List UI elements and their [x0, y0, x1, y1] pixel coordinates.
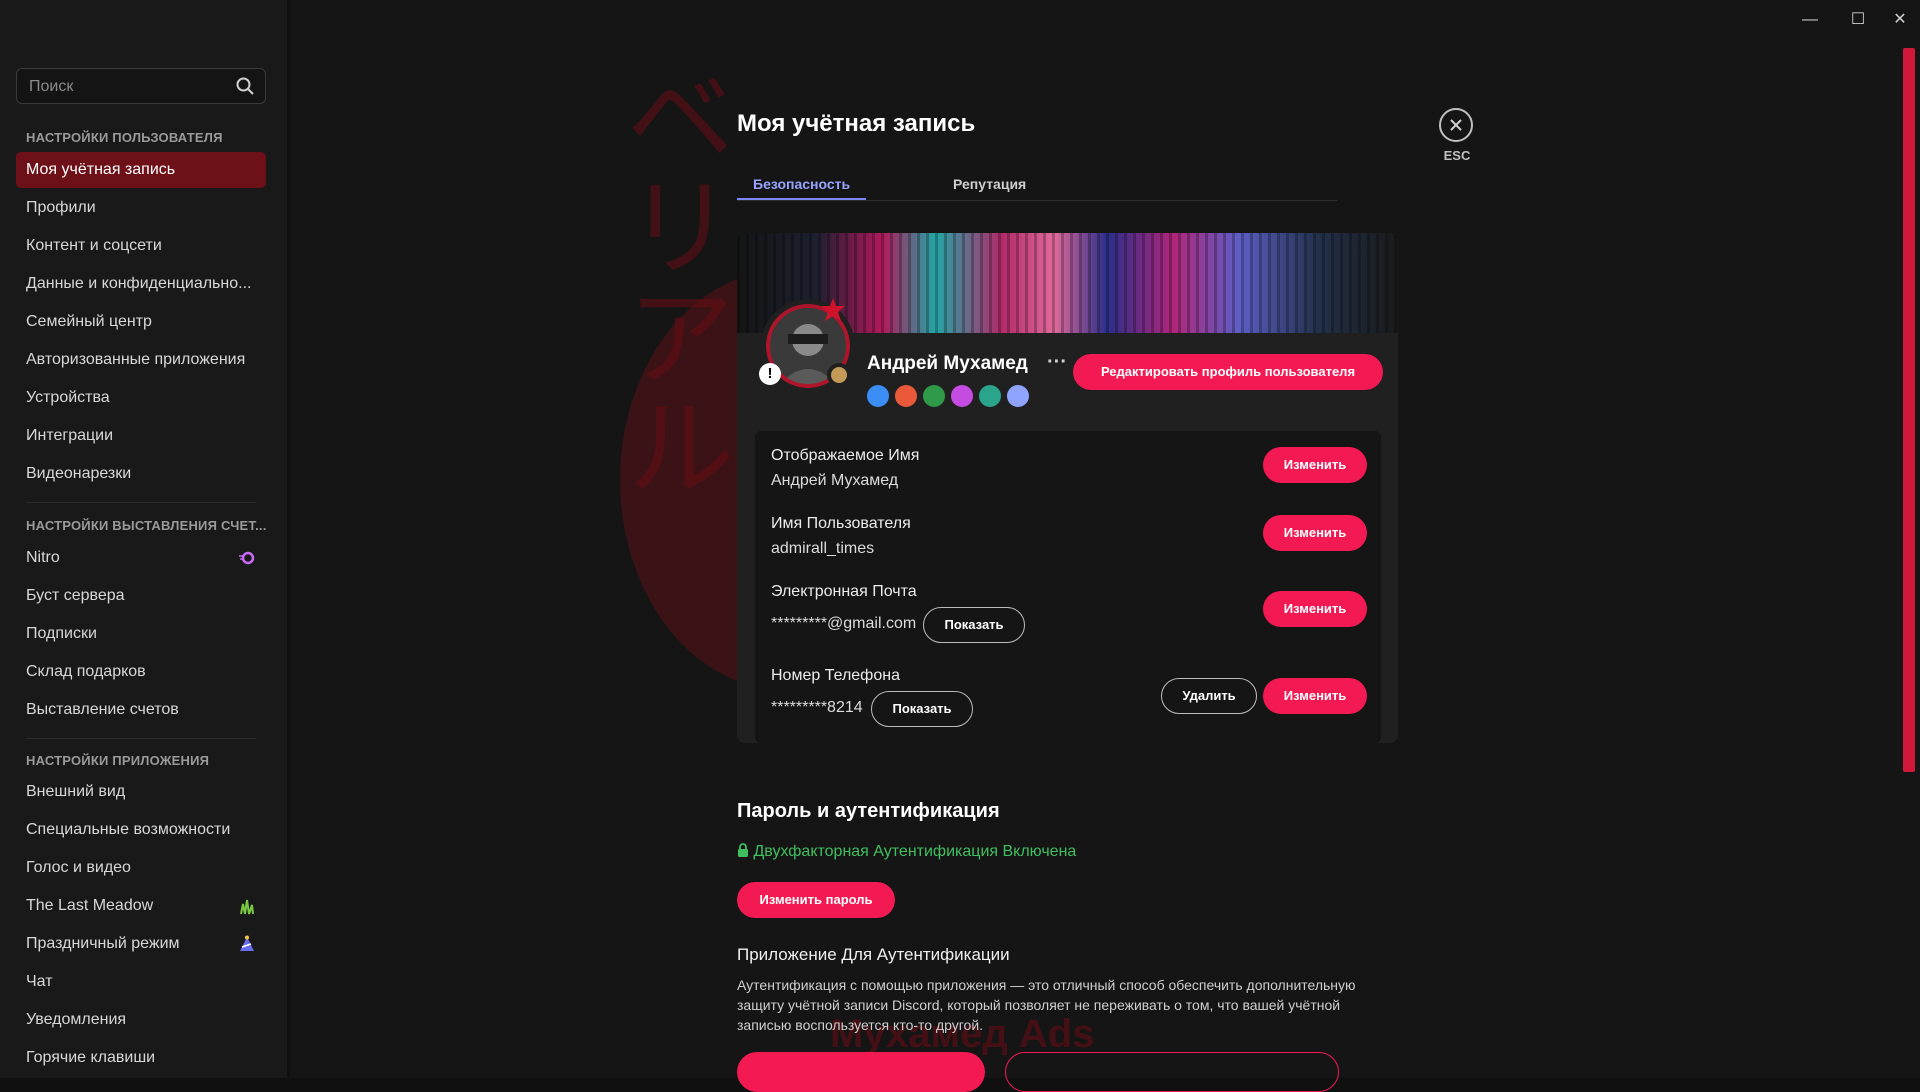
sidebar-item-authorized-apps[interactable]: Авторизованные приложения [16, 342, 266, 378]
close-settings-button[interactable]: ESC [1439, 108, 1475, 168]
sidebar-item-voice-video[interactable]: Голос и видео [16, 850, 266, 886]
sidebar-item-content-social[interactable]: Контент и соцсети [16, 228, 266, 264]
sidebar-item-billing[interactable]: Выставление счетов [16, 692, 266, 728]
sidebar-item-server-boost[interactable]: Буст сервера [16, 578, 266, 614]
maximize-icon[interactable]: ☐ [1838, 6, 1878, 34]
phone-label: Номер Телефона [771, 667, 900, 684]
quest-badge-icon[interactable] [923, 385, 945, 407]
sidebar-item-appearance[interactable]: Внешний вид [16, 774, 266, 810]
enable-auth-app-button[interactable] [737, 1052, 985, 1092]
edit-phone-button[interactable]: Изменить [1263, 678, 1367, 714]
grass-icon [240, 899, 254, 915]
sidebar-item-my-account[interactable]: Моя учётная запись [16, 152, 266, 188]
sidebar-item-integrations[interactable]: Интеграции [16, 418, 266, 454]
nitro-badge-icon[interactable] [867, 385, 889, 407]
password-auth-heading: Пароль и аутентификация [737, 800, 1000, 822]
sidebar-item-label: The Last Meadow [26, 897, 154, 914]
sidebar-item-profiles[interactable]: Профили [16, 190, 266, 226]
lock-icon [738, 843, 748, 857]
sidebar-divider [26, 502, 256, 503]
twofa-status: Двухфакторная Аутентификация Включена [737, 843, 1076, 861]
minimize-icon[interactable]: — [1790, 6, 1830, 34]
auth-app-description: Аутентификация с помощью приложения — эт… [737, 977, 1356, 1033]
profile-badges [867, 385, 1035, 407]
search-box[interactable] [16, 68, 266, 105]
edit-username-button[interactable]: Изменить [1263, 515, 1367, 551]
sidebar-item-label: Nitro [26, 549, 60, 566]
edit-display-name-button[interactable]: Изменить [1263, 447, 1367, 483]
sidebar-item-data-privacy[interactable]: Данные и конфиденциально... [16, 266, 266, 302]
tab-security[interactable]: Безопасность [737, 176, 867, 200]
sidebar-item-keybinds[interactable]: Горячие клавиши [16, 1040, 266, 1076]
show-email-button[interactable]: Показать [923, 607, 1025, 643]
email-value: *********@gmail.com [771, 615, 917, 632]
gear-badge-icon[interactable] [1007, 385, 1029, 407]
display-name-value: Андрей Мухамед [771, 472, 899, 489]
sidebar-item-family-center[interactable]: Семейный центр [16, 304, 266, 340]
sidebar-item-accessibility[interactable]: Специальные возможности [16, 812, 266, 848]
display-name-label: Отображаемое Имя [771, 447, 920, 464]
esc-label: ESC [1443, 148, 1471, 163]
party-hat-icon [240, 935, 254, 951]
section-header-user-settings: НАСТРОЙКИ ПОЛЬЗОВАТЕЛЯ [26, 130, 223, 145]
sidebar-item-label: Праздничный режим [26, 935, 180, 952]
heart-badge-icon[interactable] [895, 385, 917, 407]
sidebar-divider [26, 738, 256, 739]
profile-card: ! Андрей Мухамед ··· Редактировать профи… [737, 233, 1398, 743]
sidebar-item-last-meadow[interactable]: The Last Meadow [16, 888, 266, 924]
username-value: admirall_times [771, 540, 875, 557]
email-label: Электронная Почта [771, 583, 917, 600]
status-idle-icon [827, 363, 851, 387]
account-tabs: Безопасность Репутация [737, 174, 1337, 201]
warning-badge: ! [759, 363, 781, 385]
account-info-panel: Отображаемое Имя Андрей Мухамед Изменить… [755, 431, 1381, 743]
sidebar-item-nitro[interactable]: Nitro [16, 540, 266, 576]
search-input[interactable] [27, 69, 231, 105]
page-title: Моя учётная запись [737, 110, 976, 137]
delete-phone-button[interactable]: Удалить [1161, 678, 1257, 714]
close-icon[interactable] [1439, 108, 1473, 142]
profile-username: Андрей Мухамед [867, 353, 1028, 374]
phone-value: *********8214 [771, 699, 863, 716]
nitro-icon [239, 551, 255, 565]
edit-email-button[interactable]: Изменить [1263, 591, 1367, 627]
sidebar-item-clips[interactable]: Видеонарезки [16, 456, 266, 492]
star-decoration-icon [821, 298, 845, 321]
secondary-auth-button[interactable] [1005, 1052, 1339, 1092]
close-window-icon[interactable]: ✕ [1880, 6, 1920, 34]
auth-app-heading: Приложение Для Аутентификации [737, 945, 1010, 964]
sidebar-item-subscriptions[interactable]: Подписки [16, 616, 266, 652]
show-phone-button[interactable]: Показать [871, 691, 973, 727]
tab-reputation[interactable]: Репутация [953, 176, 1026, 192]
sidebar-item-devices[interactable]: Устройства [16, 380, 266, 416]
sidebar-item-holiday-mode[interactable]: Праздничный режим [16, 926, 266, 962]
username-label: Имя Пользователя [771, 515, 911, 532]
hash-badge-icon[interactable] [979, 385, 1001, 407]
settings-sidebar: НАСТРОЙКИ ПОЛЬЗОВАТЕЛЯ Моя учётная запис… [0, 0, 287, 1078]
sidebar-item-chat[interactable]: Чат [16, 964, 266, 1000]
window-titlebar: — ☐ ✕ [0, 0, 1920, 40]
section-header-billing-settings: НАСТРОЙКИ ВЫСТАВЛЕНИЯ СЧЕТ... [26, 518, 267, 533]
edit-profile-button[interactable]: Редактировать профиль пользователя [1073, 354, 1383, 390]
sidebar-item-gift-inventory[interactable]: Склад подарков [16, 654, 266, 690]
twofa-status-text: Двухфакторная Аутентификация Включена [753, 843, 1077, 860]
more-options-icon[interactable]: ··· [1047, 351, 1067, 374]
scrollbar[interactable] [1903, 48, 1915, 772]
search-icon[interactable] [235, 76, 255, 96]
change-password-button[interactable]: Изменить пароль [737, 882, 895, 918]
section-header-app-settings: НАСТРОЙКИ ПРИЛОЖЕНИЯ [26, 753, 210, 768]
background-kana-art: ベリアル [606, 60, 734, 500]
star-badge-icon[interactable] [951, 385, 973, 407]
sidebar-item-notifications[interactable]: Уведомления [16, 1002, 266, 1038]
